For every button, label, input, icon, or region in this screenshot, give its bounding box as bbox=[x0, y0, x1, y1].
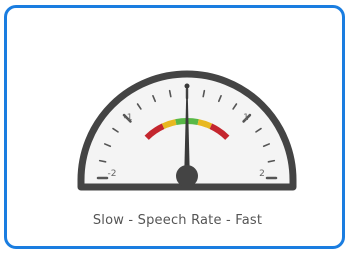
tick-label-1: 1 bbox=[243, 113, 249, 123]
gauge-caption: Slow - Speech Rate - Fast bbox=[92, 213, 263, 228]
tick-label-minus-2: -2 bbox=[108, 169, 117, 179]
tick-label-minus-1: -1 bbox=[124, 113, 133, 123]
tick-label-2: 2 bbox=[259, 169, 265, 179]
needle-hub bbox=[176, 165, 198, 187]
